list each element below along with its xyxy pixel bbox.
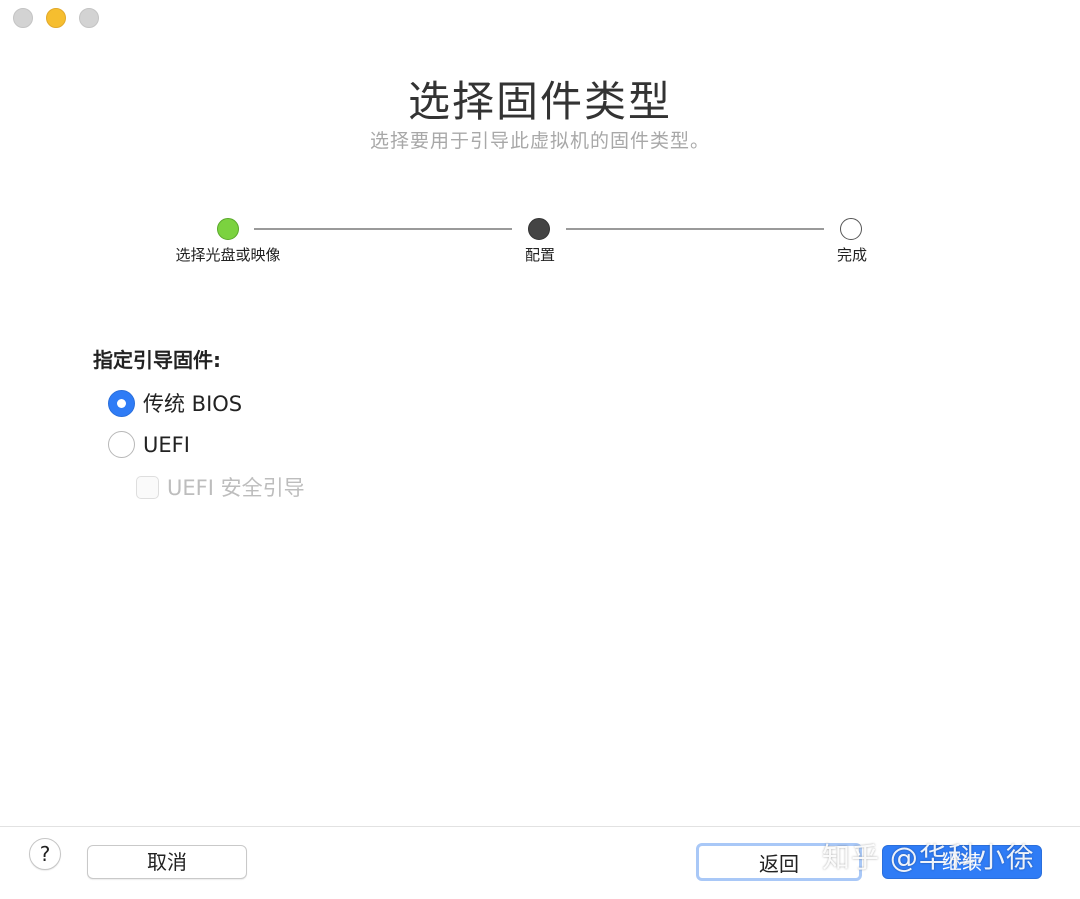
zoom-window-button[interactable] bbox=[79, 8, 99, 28]
page-title: 选择固件类型 bbox=[407, 77, 672, 126]
step-connector bbox=[566, 228, 824, 230]
checkbox-option-secure-boot: UEFI 安全引导 bbox=[136, 472, 305, 502]
help-button[interactable]: ? bbox=[29, 838, 61, 870]
footer-divider bbox=[0, 826, 1080, 827]
step-connector bbox=[254, 228, 512, 230]
step-current-indicator bbox=[528, 218, 550, 240]
step-label-finish: 完成 bbox=[836, 246, 867, 264]
step-done-indicator bbox=[217, 218, 239, 240]
window-controls bbox=[13, 8, 99, 28]
close-window-button[interactable] bbox=[13, 8, 33, 28]
cancel-button[interactable]: 取消 bbox=[87, 845, 247, 879]
step-pending-indicator bbox=[840, 218, 862, 240]
secure-boot-label: UEFI 安全引导 bbox=[167, 476, 305, 500]
firmware-dialog-window: 选择固件类型 选择要用于引导此虚拟机的固件类型。 选择光盘或映像 配置 完成 指… bbox=[0, 0, 1080, 899]
firmware-section-label: 指定引导固件: bbox=[93, 348, 221, 372]
radio-option-bios[interactable]: 传统 BIOS bbox=[108, 388, 242, 418]
step-label-configure: 配置 bbox=[524, 246, 555, 264]
radio-label-uefi: UEFI bbox=[143, 432, 190, 457]
minimize-window-button[interactable] bbox=[46, 8, 66, 28]
page-subtitle: 选择要用于引导此虚拟机的固件类型。 bbox=[369, 130, 710, 152]
secure-boot-checkbox bbox=[136, 475, 159, 499]
radio-label-bios: 传统 BIOS bbox=[143, 392, 243, 416]
radio-option-uefi[interactable]: UEFI bbox=[108, 431, 190, 458]
radio-unselected-icon[interactable] bbox=[108, 431, 135, 458]
step-label-select-disc: 选择光盘或映像 bbox=[175, 246, 281, 264]
watermark-text: 知乎 @华科小徐 bbox=[822, 841, 1035, 874]
radio-selected-icon[interactable] bbox=[108, 389, 135, 417]
